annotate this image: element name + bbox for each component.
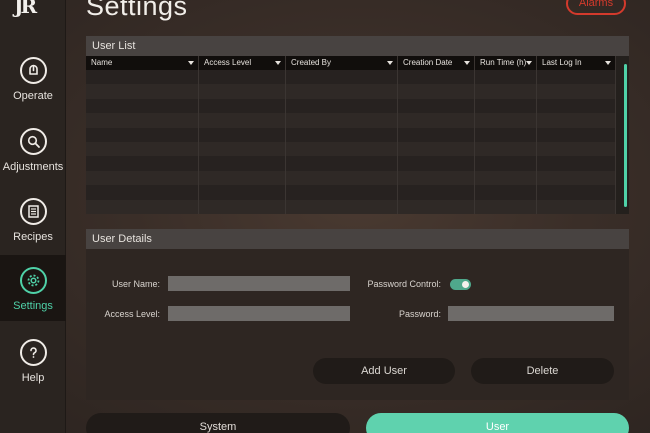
toggle-knob xyxy=(462,281,469,288)
sidebar-item-adjustments[interactable]: Adjustments xyxy=(0,120,66,184)
app-logo: JR xyxy=(14,0,37,18)
table-header: Name Access Level Created By Creation Da… xyxy=(86,56,616,70)
sidebar-item-help[interactable]: Help xyxy=(0,331,66,395)
user-table-body xyxy=(86,70,616,214)
sidebar-item-label: Recipes xyxy=(13,231,53,243)
table-row[interactable] xyxy=(86,199,616,214)
chevron-down-icon xyxy=(188,61,194,65)
sidebar-item-label: Adjustments xyxy=(2,161,64,173)
scrollbar-thumb[interactable] xyxy=(624,64,627,207)
table-row[interactable] xyxy=(86,113,616,128)
user-name-field[interactable] xyxy=(168,276,350,291)
table-row[interactable] xyxy=(86,98,616,114)
column-header-created-by[interactable]: Created By xyxy=(286,56,398,70)
access-level-field[interactable] xyxy=(168,306,350,321)
column-header-name[interactable]: Name xyxy=(86,56,199,70)
chevron-down-icon xyxy=(464,61,470,65)
table-row[interactable] xyxy=(86,127,616,142)
alarms-button[interactable]: Alarms xyxy=(566,0,626,15)
user-details-title: User Details xyxy=(86,229,629,249)
user-list-title: User List xyxy=(86,36,629,56)
scrollbar-track[interactable] xyxy=(616,56,629,214)
sidebar-item-settings[interactable]: Settings xyxy=(0,255,66,321)
table-row[interactable] xyxy=(86,185,616,200)
sidebar-item-operate[interactable]: Operate xyxy=(0,49,66,113)
password-label: Password: xyxy=(398,309,441,319)
chevron-down-icon xyxy=(605,61,611,65)
user-list-panel: User List Name Access Level Created By C… xyxy=(86,36,629,214)
page-title: Settings xyxy=(86,0,188,21)
user-details-panel: User Details User Name: Access Level: Pa… xyxy=(86,229,629,400)
access-level-label: Access Level: xyxy=(104,309,160,319)
chevron-down-icon xyxy=(526,61,532,65)
user-name-label: User Name: xyxy=(111,279,160,289)
gear-icon xyxy=(19,267,47,294)
chevron-down-icon xyxy=(387,61,393,65)
sidebar: JR Operate Adjustments Recipes Settings … xyxy=(0,0,66,433)
column-header-access-level[interactable]: Access Level xyxy=(199,56,286,70)
column-header-run-time[interactable]: Run Time (h) xyxy=(475,56,537,70)
recipes-icon xyxy=(19,198,47,225)
tab-user[interactable]: User xyxy=(366,413,629,433)
tab-system[interactable]: System xyxy=(86,413,350,433)
adjustments-icon xyxy=(19,128,47,155)
delete-button[interactable]: Delete xyxy=(471,358,614,384)
sidebar-item-label: Settings xyxy=(13,300,53,312)
column-header-last-log-in[interactable]: Last Log In xyxy=(537,56,616,70)
sidebar-item-label: Help xyxy=(21,372,45,384)
password-control-toggle[interactable] xyxy=(450,279,471,290)
table-row[interactable] xyxy=(86,84,616,99)
operate-icon xyxy=(19,57,47,84)
table-row[interactable] xyxy=(86,141,616,157)
help-icon xyxy=(19,339,47,366)
column-header-creation-date[interactable]: Creation Date xyxy=(398,56,475,70)
table-row[interactable] xyxy=(86,70,616,85)
table-row[interactable] xyxy=(86,156,616,171)
sidebar-item-label: Operate xyxy=(13,90,53,102)
table-row[interactable] xyxy=(86,170,616,186)
chevron-down-icon xyxy=(275,61,281,65)
password-control-label: Password Control: xyxy=(367,279,441,289)
add-user-button[interactable]: Add User xyxy=(313,358,455,384)
sidebar-item-recipes[interactable]: Recipes xyxy=(0,190,66,254)
password-field[interactable] xyxy=(448,306,614,321)
